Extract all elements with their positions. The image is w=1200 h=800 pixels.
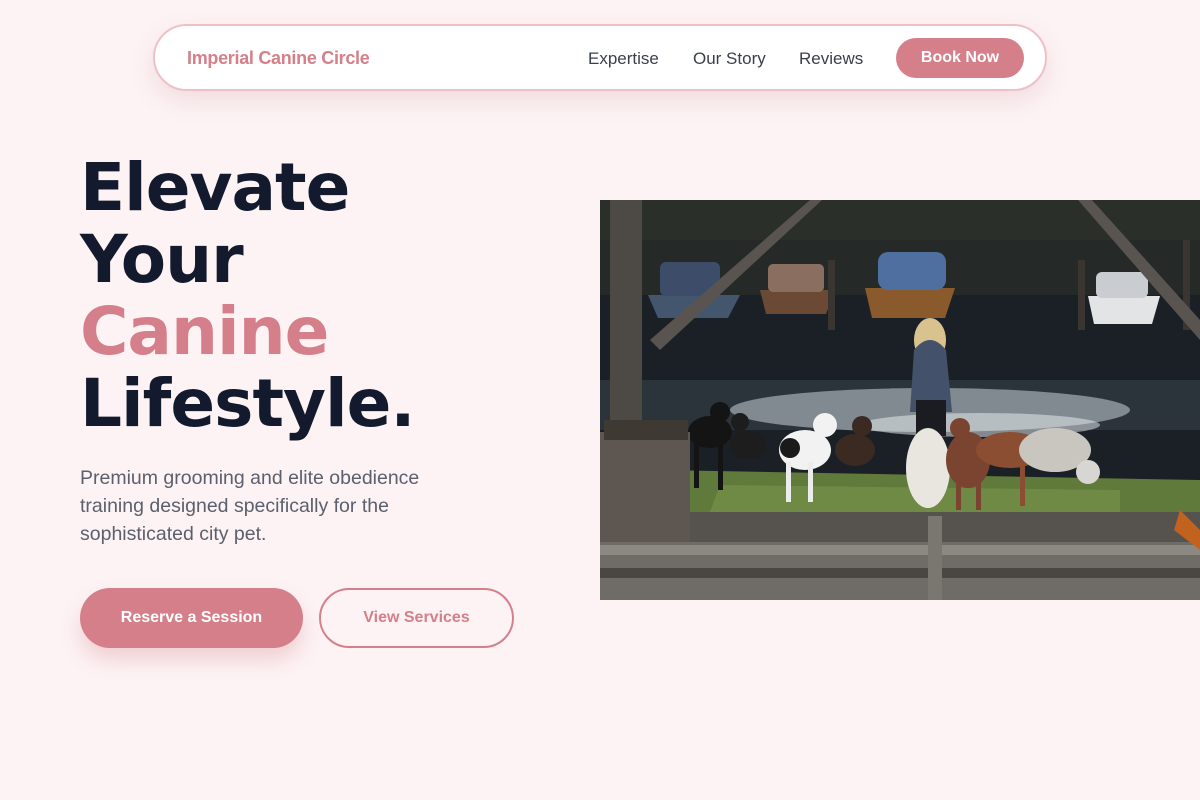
hero-headline: Elevate Your Canine Lifestyle. (80, 149, 415, 442)
nav-link-our-story[interactable]: Our Story (693, 49, 766, 69)
hero-subtitle: Premium grooming and elite obedience tra… (80, 467, 420, 545)
view-services-button[interactable]: View Services (319, 588, 514, 648)
book-now-button[interactable]: Book Now (896, 38, 1024, 78)
nav-link-expertise[interactable]: Expertise (588, 49, 659, 69)
headline-line-4: Lifestyle. (80, 365, 415, 442)
hero-image (600, 200, 1200, 600)
top-nav: Imperial Canine Circle Expertise Our Sto… (153, 24, 1047, 91)
reserve-session-button[interactable]: Reserve a Session (80, 588, 303, 648)
brand-logo[interactable]: Imperial Canine Circle (187, 48, 370, 69)
headline-line-2: Your (80, 221, 244, 298)
headline-line-1: Elevate (80, 149, 350, 226)
nav-link-reviews[interactable]: Reviews (799, 49, 863, 69)
headline-line-accent: Canine (80, 293, 329, 370)
